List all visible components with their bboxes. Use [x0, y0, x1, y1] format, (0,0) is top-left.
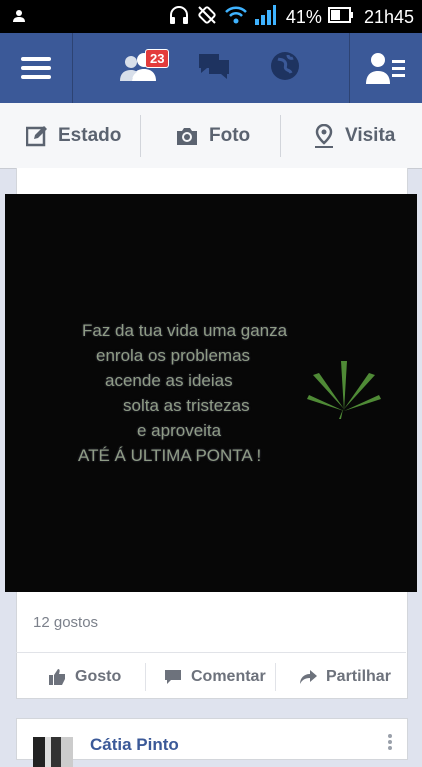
- headset-icon: [168, 4, 190, 31]
- share-label: Partilhar: [326, 668, 391, 685]
- post-author[interactable]: Cátia Pinto: [90, 735, 179, 755]
- like-label: Gosto: [75, 668, 122, 685]
- hamburger-icon: [21, 57, 51, 79]
- thumbs-up-icon: [49, 669, 65, 685]
- notifications-button[interactable]: [270, 51, 300, 86]
- menu-button[interactable]: [0, 33, 73, 103]
- status-button[interactable]: Estado: [26, 103, 121, 168]
- quote-line: acende as ideias: [105, 371, 233, 390]
- quote-line: e aproveita: [137, 421, 222, 440]
- signal-icon: [254, 4, 276, 30]
- globe-icon: [271, 51, 299, 80]
- friend-requests-badge: 23: [145, 49, 170, 68]
- divider: [145, 663, 146, 691]
- likes-count[interactable]: 12 gostos: [33, 614, 98, 631]
- messages-button[interactable]: [197, 52, 231, 85]
- location-pin-icon: [315, 123, 333, 148]
- friends-list-button[interactable]: [349, 33, 422, 103]
- share-button[interactable]: Partilhar: [299, 660, 391, 694]
- checkin-label: Visita: [345, 124, 396, 146]
- divider: [16, 652, 406, 653]
- checkin-button[interactable]: Visita: [313, 103, 395, 168]
- battery-icon: [327, 6, 354, 28]
- cannabis-leaf-icon: [305, 355, 383, 424]
- divider: [280, 115, 281, 157]
- rotation-lock-icon: [196, 4, 218, 31]
- chat-bubbles-icon: [199, 53, 229, 79]
- divider: [140, 115, 141, 157]
- status-label: Estado: [58, 124, 122, 146]
- quote-line: Faz da tua vida uma ganza: [82, 321, 288, 340]
- battery-percentage: 41%: [285, 6, 322, 27]
- photo-label: Foto: [209, 124, 251, 146]
- wifi-icon: [224, 5, 248, 30]
- quote-line: ATÉ Á ULTIMA PONTA !: [78, 446, 262, 465]
- quote-line: enrola os problemas: [96, 346, 251, 365]
- notification-person-icon: [12, 9, 28, 28]
- status-bar: 41% 21h45: [0, 0, 422, 33]
- more-options-icon[interactable]: [387, 733, 393, 756]
- comment-icon: [165, 670, 181, 684]
- quote-line: solta as tristezas: [123, 396, 250, 415]
- photo-button[interactable]: Foto: [175, 103, 250, 168]
- clock: 21h45: [363, 6, 414, 27]
- edit-icon: [26, 125, 47, 146]
- next-post-card: Cátia Pinto: [16, 718, 408, 767]
- divider: [275, 663, 276, 691]
- share-arrow-icon: [300, 670, 317, 684]
- top-nav-bar: [0, 33, 422, 103]
- camera-icon: [177, 127, 197, 145]
- composer-bar: Estado Foto Visita: [0, 103, 422, 169]
- post-image-quote: Faz da tua vida uma ganza enrola os prob…: [78, 318, 318, 468]
- avatar[interactable]: [33, 737, 73, 767]
- comment-button[interactable]: Comentar: [164, 660, 266, 694]
- like-button[interactable]: Gosto: [48, 660, 121, 694]
- contacts-icon: [366, 53, 405, 84]
- comment-label: Comentar: [191, 668, 266, 685]
